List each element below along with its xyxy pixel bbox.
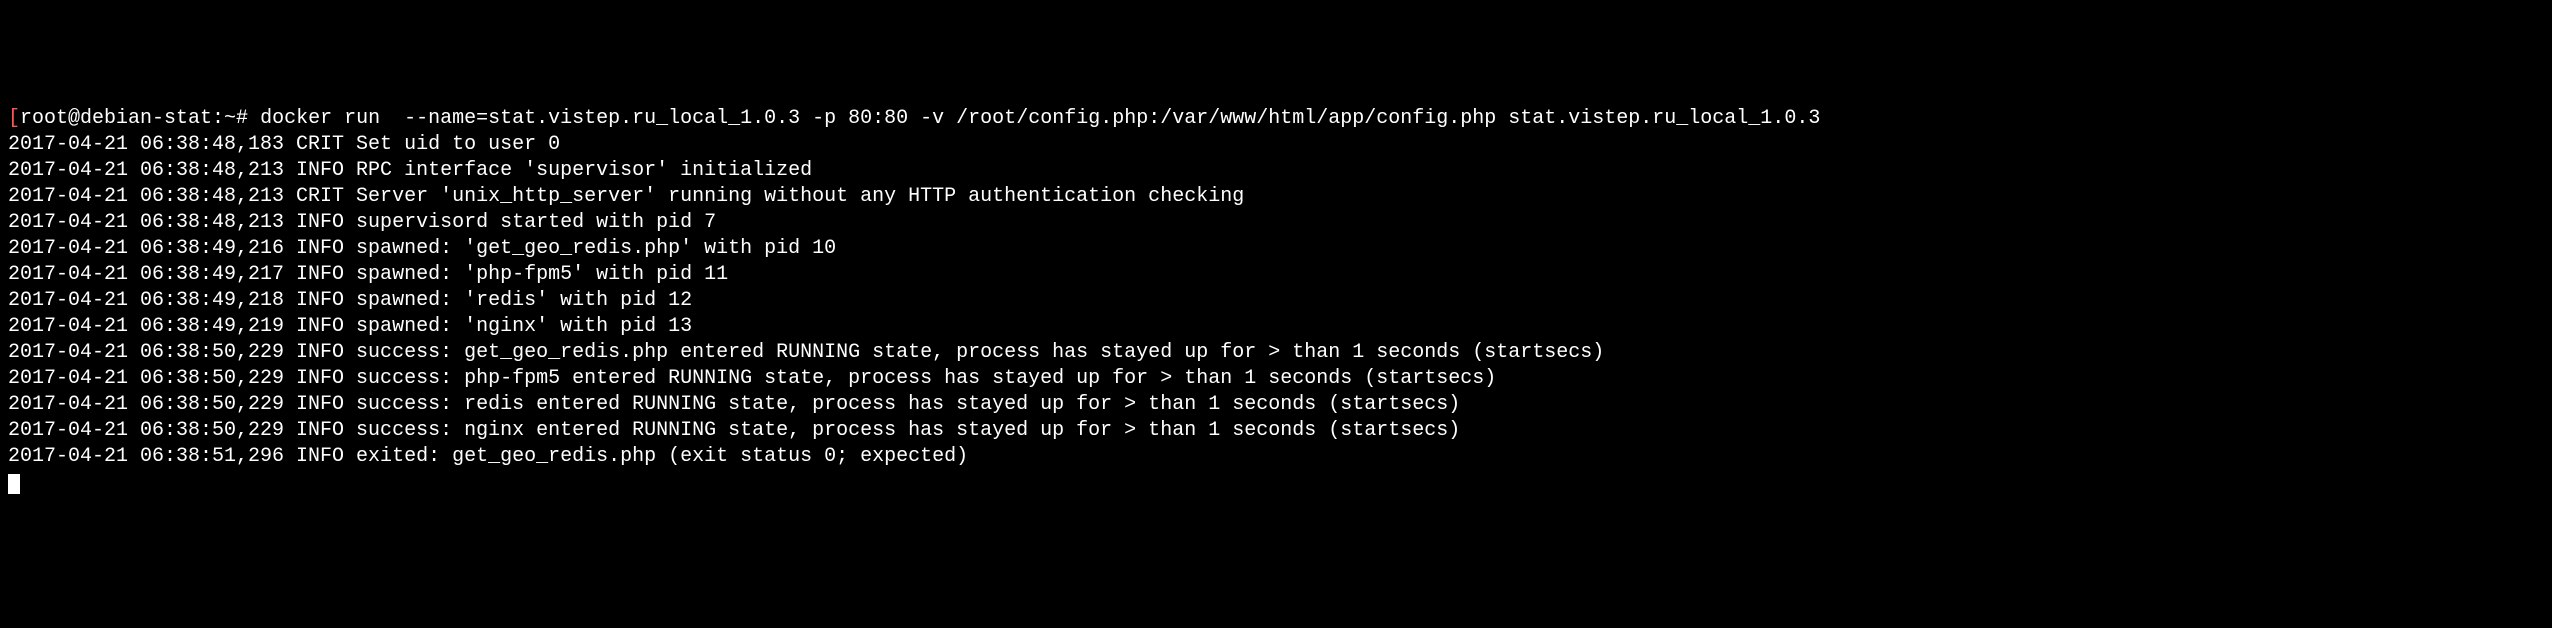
log-line: 2017-04-21 06:38:48,183 CRIT Set uid to … [8,133,560,156]
log-line: 2017-04-21 06:38:48,213 CRIT Server 'uni… [8,185,1244,208]
log-line: 2017-04-21 06:38:49,216 INFO spawned: 'g… [8,237,836,260]
cursor-icon [8,474,20,494]
log-line: 2017-04-21 06:38:49,219 INFO spawned: 'n… [8,315,692,338]
log-line: 2017-04-21 06:38:48,213 INFO RPC interfa… [8,159,812,182]
log-line: 2017-04-21 06:38:50,229 INFO success: ng… [8,419,1460,442]
command-text: docker run --name=stat.vistep.ru_local_1… [248,107,1820,130]
terminal-output: [root@debian-stat:~# docker run --name=s… [8,106,2544,496]
log-line: 2017-04-21 06:38:49,217 INFO spawned: 'p… [8,263,728,286]
log-line: 2017-04-21 06:38:51,296 INFO exited: get… [8,445,968,468]
log-line: 2017-04-21 06:38:50,229 INFO success: re… [8,393,1460,416]
log-line: 2017-04-21 06:38:49,218 INFO spawned: 'r… [8,289,692,312]
prompt-bracket: [ [8,107,20,130]
prompt-user-host: root@debian-stat:~# [20,107,248,130]
log-line: 2017-04-21 06:38:48,213 INFO supervisord… [8,211,716,234]
log-line: 2017-04-21 06:38:50,229 INFO success: ph… [8,367,1496,390]
log-line: 2017-04-21 06:38:50,229 INFO success: ge… [8,341,1604,364]
